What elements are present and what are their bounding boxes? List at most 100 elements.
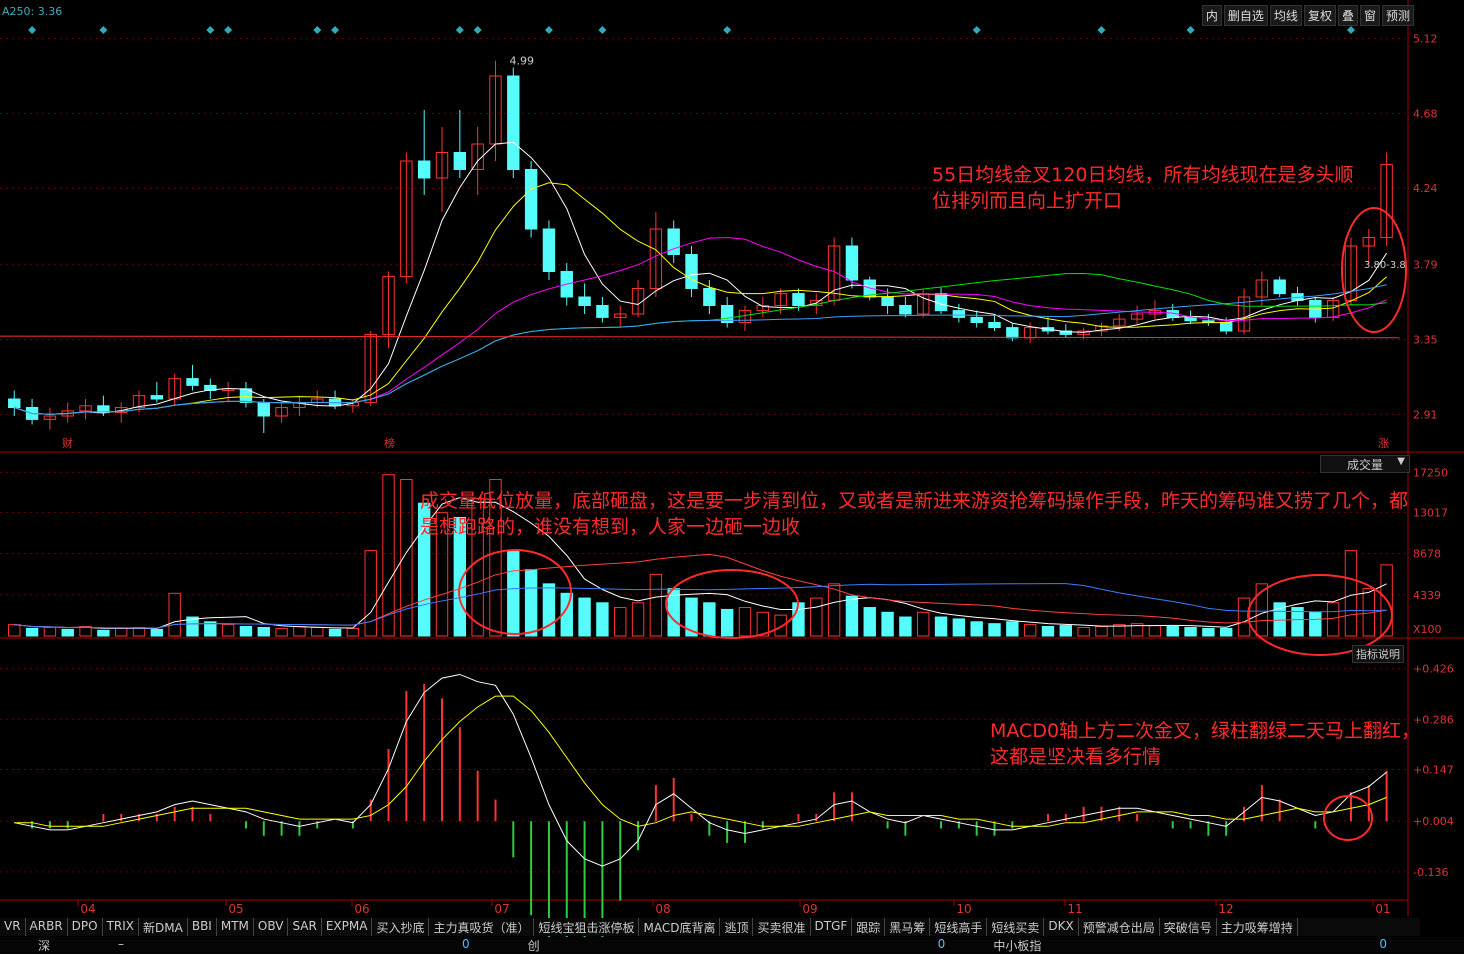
- volume-tick-label: 8678: [1413, 548, 1441, 561]
- toolbar-adjust-button[interactable]: 复权: [1303, 5, 1336, 26]
- candle-body: [542, 228, 556, 272]
- indicator-tab[interactable]: MTM: [217, 918, 254, 936]
- indicator-tab[interactable]: 黑马筹: [885, 918, 931, 936]
- indicator-tab[interactable]: 跟踪: [852, 918, 886, 936]
- volume-bar: [239, 626, 253, 637]
- candle-body: [685, 254, 698, 289]
- volume-bar: [257, 626, 270, 637]
- volume-bar: [507, 550, 520, 637]
- volume-bar: [8, 624, 21, 637]
- indicator-tab[interactable]: 预警减仓出局: [1079, 918, 1160, 936]
- volume-indicator-select[interactable]: 成交量 ▼: [1320, 455, 1410, 473]
- indicator-tab[interactable]: 短线宝狙击涨停板: [534, 918, 640, 936]
- candle-body: [453, 152, 467, 170]
- volume-bar: [845, 595, 859, 637]
- macd-tick-label: +0.004: [1413, 815, 1454, 828]
- volume-bar: [346, 627, 360, 637]
- candle-body: [186, 378, 199, 386]
- volume-bar: [1059, 625, 1073, 637]
- indicator-tab[interactable]: TRIX: [103, 918, 140, 936]
- indicator-tab[interactable]: 突破信号: [1160, 918, 1217, 936]
- volume-bar: [899, 616, 912, 637]
- price-tick-label: 4.68: [1413, 107, 1438, 120]
- volume-bar: [1006, 621, 1019, 637]
- macd-tick-label: -0.136: [1413, 866, 1448, 879]
- volume-bar: [328, 628, 342, 637]
- macd-dif-line: [14, 673, 1387, 867]
- status-left-number: 0: [462, 937, 470, 951]
- volume-bar: [1148, 625, 1162, 637]
- top-toolbar: 内 删自选 均线 复权 叠 窗 预测: [1201, 5, 1414, 26]
- macd-annotation: MACD0轴上方二次金叉，绿柱翻绿二天马上翻红，这都是坚决看多行情: [990, 720, 1421, 768]
- indicator-tab[interactable]: 买卖很准: [753, 918, 811, 936]
- volume-bar: [827, 583, 841, 637]
- volume-bar: [1326, 602, 1340, 637]
- price-tick-label: 3.35: [1413, 334, 1438, 347]
- volume-bar: [1220, 627, 1233, 637]
- volume-bar: [400, 478, 413, 637]
- volume-bar: [1202, 627, 1215, 637]
- volume-ma-line: [14, 553, 1387, 629]
- indicator-tab[interactable]: 主力真吸货（准）: [429, 918, 535, 936]
- toolbar-window-button[interactable]: 窗: [1359, 5, 1380, 26]
- ma-line: [14, 182, 1387, 415]
- indicator-tab[interactable]: 买入抄底: [372, 918, 430, 936]
- volume-annotation: 成交量低位放量，底部砸盘，这是要一步清到位，又或者是新进来游资抢筹码操作手段，昨…: [420, 490, 1409, 538]
- indicator-tab[interactable]: SAR: [288, 918, 322, 936]
- event-diamond: [473, 26, 482, 34]
- indicator-tab[interactable]: MACD底背离: [639, 918, 721, 936]
- candle-body: [507, 75, 520, 170]
- status-left-value: –: [118, 937, 125, 951]
- indicator-tab[interactable]: 新DMA: [139, 918, 188, 936]
- ma-line: [14, 236, 1387, 415]
- indicator-tab[interactable]: 短线买卖: [987, 918, 1045, 936]
- indicator-tab[interactable]: 主力吸筹增持: [1217, 918, 1298, 936]
- status-right-number: 0: [1379, 937, 1387, 951]
- indicator-tab[interactable]: DPO: [68, 918, 103, 936]
- indicator-tab[interactable]: 短线高手: [930, 918, 988, 936]
- event-diamond: [28, 26, 37, 34]
- indicator-tab[interactable]: BBI: [188, 918, 217, 936]
- toolbar-forecast-button[interactable]: 预测: [1381, 5, 1414, 26]
- high-price-label: 4.99: [509, 55, 533, 68]
- indicator-help-button[interactable]: 指标说明: [1352, 645, 1404, 663]
- toolbar-overlay-button[interactable]: 叠: [1337, 5, 1358, 26]
- volume-bar: [649, 573, 663, 637]
- indicator-tab[interactable]: ARBR: [26, 918, 68, 936]
- event-marker: 榜: [384, 436, 395, 450]
- candle-body: [792, 293, 805, 307]
- indicator-tab[interactable]: EXPMA: [322, 918, 373, 936]
- volume-bar: [631, 602, 645, 637]
- indicator-tab[interactable]: 逃顶: [720, 918, 754, 936]
- candle-body: [150, 395, 164, 400]
- indicator-tab[interactable]: VR: [0, 918, 26, 936]
- indicator-tab[interactable]: OBV: [254, 918, 289, 936]
- candle-body: [952, 310, 966, 318]
- indicator-tab[interactable]: DTGF: [811, 918, 853, 936]
- candle-body: [1273, 279, 1286, 295]
- volume-bar: [863, 607, 876, 637]
- price-tick-label: 2.91: [1413, 408, 1438, 421]
- toolbar-inner-button[interactable]: 内: [1201, 5, 1222, 26]
- event-diamond: [1346, 26, 1355, 34]
- candle-body: [417, 160, 431, 179]
- status-mid-number: 0: [937, 937, 946, 951]
- candle-body: [881, 296, 894, 306]
- volume-bar: [1041, 626, 1055, 637]
- event-diamond: [224, 26, 233, 34]
- toolbar-ma-button[interactable]: 均线: [1269, 5, 1302, 26]
- volume-ma-line: [14, 583, 1387, 629]
- ma-line: [14, 284, 1387, 415]
- status-mid-name: 创: [527, 939, 540, 953]
- candle-body: [257, 401, 270, 417]
- volume-bar: [364, 550, 377, 637]
- price-annotation: 55日均线金叉120日均线，所有均线现在是多头顺位排列而且向上扩开口: [932, 164, 1354, 212]
- volume-bar: [703, 602, 716, 637]
- event-diamond: [544, 26, 553, 34]
- indicator-tab[interactable]: DKX: [1044, 918, 1079, 936]
- volume-bar: [43, 626, 57, 637]
- candle-body: [578, 296, 591, 306]
- toolbar-remove-watchlist-button[interactable]: 删自选: [1223, 5, 1268, 26]
- candle-body: [970, 316, 983, 323]
- chevron-down-icon: ▼: [1397, 456, 1405, 467]
